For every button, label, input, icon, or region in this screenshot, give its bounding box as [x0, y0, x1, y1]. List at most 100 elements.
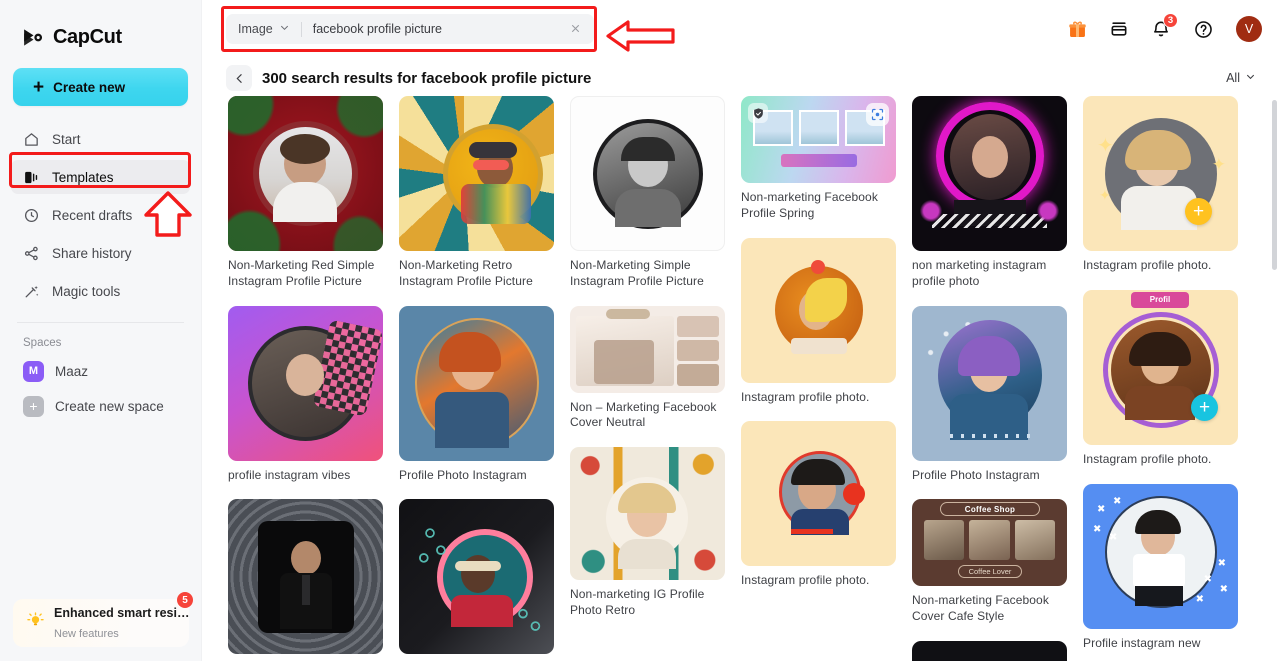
grid-column: ✦ ✦ ✦ + Instagram profile photo. Profil … — [1083, 96, 1238, 661]
sidebar-item-magic-tools[interactable]: Magic tools — [11, 274, 190, 308]
template-caption: Profile instagram new — [1083, 635, 1201, 650]
app-root: CapCut + Create new Start Templates Rece… — [0, 0, 1280, 661]
template-card[interactable]: Profile Photo Instagram — [399, 305, 554, 484]
template-card[interactable]: Non-marketing IG Profile Photo Retro — [570, 447, 725, 619]
template-card[interactable]: non marketing instagram profile photo — [912, 96, 1067, 290]
search-type-dropdown[interactable]: Image — [238, 22, 290, 36]
template-caption: profile instagram vibes — [228, 467, 351, 482]
template-card[interactable]: Instagram profile photo. — [741, 421, 896, 589]
grid-column: Non-Marketing Retro Instagram Profile Pi… — [399, 96, 554, 661]
scan-icon[interactable] — [866, 103, 889, 126]
template-card[interactable]: Coffee Shop Coffee Lover Non-marketing F… — [912, 499, 1067, 625]
lightbulb-icon — [26, 611, 45, 635]
template-thumbnail — [399, 96, 554, 251]
template-card[interactable]: profile instagram vibes — [228, 305, 383, 484]
scrollbar-track[interactable] — [1272, 100, 1277, 651]
create-new-space-button[interactable]: + Create new space — [11, 390, 190, 422]
promo-banner[interactable]: Enhanced smart resi… New features 5 — [13, 592, 193, 647]
sidebar-nav: Start Templates Recent drafts Share hist… — [0, 122, 201, 308]
brand[interactable]: CapCut — [0, 0, 201, 58]
plus-icon: + — [23, 395, 44, 417]
grid-column: Non-Marketing Simple Instagram Profile P… — [570, 96, 725, 661]
promo-text: Enhanced smart resi… New features — [54, 603, 189, 643]
share-icon — [23, 245, 40, 262]
sidebar-item-label: Templates — [52, 169, 114, 185]
help-icon[interactable] — [1192, 18, 1214, 40]
chevron-down-icon — [279, 22, 290, 36]
create-new-label: Create new — [53, 79, 126, 95]
sidebar-item-templates[interactable]: Templates — [11, 160, 190, 194]
space-item-maaz[interactable]: M Maaz — [11, 355, 190, 387]
sidebar-item-label: Start — [52, 131, 81, 147]
chevron-down-icon — [1245, 71, 1256, 85]
create-new-button[interactable]: + Create new — [13, 68, 188, 106]
magic-wand-icon — [23, 283, 40, 300]
sidebar: CapCut + Create new Start Templates Rece… — [0, 0, 202, 661]
search-divider — [300, 21, 302, 37]
space-label: Create new space — [55, 398, 164, 414]
scrollbar-thumb[interactable] — [1272, 100, 1277, 270]
plus-icon[interactable]: + — [1185, 198, 1212, 225]
template-thumbnail — [912, 641, 1067, 661]
card-stack-icon[interactable] — [1108, 18, 1130, 40]
template-thumbnail — [741, 421, 896, 567]
template-thumbnail: ✖ ✖ ✖ ✖ ✖ ✖ ✖ ✖ — [1083, 483, 1238, 629]
template-card[interactable]: Non-Marketing Red Simple Instagram Profi… — [228, 96, 383, 290]
template-caption: non marketing instagram profile photo — [912, 258, 1047, 288]
search-wrapper: Image — [221, 6, 675, 52]
bell-icon[interactable]: 3 — [1150, 13, 1178, 40]
space-label: Maaz — [55, 363, 89, 379]
template-card[interactable]: Non-Marketing Retro Instagram Profile Pi… — [399, 96, 554, 290]
sidebar-item-label: Recent drafts — [52, 207, 133, 223]
sidebar-item-start[interactable]: Start — [11, 122, 190, 156]
template-caption: Non-marketing IG Profile Photo Retro — [570, 587, 705, 618]
grid-column: Non-Marketing Red Simple Instagram Profi… — [228, 96, 383, 661]
promo-subtitle: New features — [54, 628, 119, 640]
template-card[interactable] — [399, 499, 554, 661]
sidebar-item-label: Share history — [52, 245, 132, 261]
results-scroll-area[interactable]: Non-Marketing Red Simple Instagram Profi… — [202, 96, 1280, 661]
sidebar-item-recent-drafts[interactable]: Recent drafts — [11, 198, 190, 232]
grid-column: non marketing instagram profile photo Pr… — [912, 96, 1067, 661]
template-card[interactable]: Non-Marketing Simple Instagram Profile P… — [570, 96, 725, 290]
template-card[interactable]: Profile Photo Instagram — [912, 305, 1067, 484]
gift-icon[interactable] — [1066, 18, 1088, 40]
results-title: 300 search results for facebook profile … — [262, 69, 592, 87]
search-input[interactable] — [312, 22, 563, 36]
template-caption: Instagram profile photo. — [741, 389, 870, 404]
template-card[interactable] — [912, 641, 1067, 661]
template-card[interactable]: Profil + Instagram profile photo. — [1083, 289, 1238, 468]
template-thumbnail — [228, 96, 383, 251]
template-card[interactable]: Non-marketing Facebook Profile Spring — [741, 96, 896, 222]
template-card[interactable] — [228, 499, 383, 661]
plus-icon[interactable]: + — [1191, 393, 1218, 421]
template-caption: Non-Marketing Retro Instagram Profile Pi… — [399, 258, 533, 288]
search-box[interactable]: Image — [226, 14, 594, 44]
capcut-logo-icon — [21, 25, 46, 50]
template-thumbnail — [741, 96, 896, 183]
notification-badge: 3 — [1163, 13, 1178, 28]
close-icon[interactable] — [563, 20, 584, 39]
template-thumbnail: ✦ ✦ ✦ + — [1083, 96, 1238, 251]
template-caption: Instagram profile photo. — [741, 573, 870, 588]
sidebar-item-share-history[interactable]: Share history — [11, 236, 190, 270]
top-icons: 3 V — [1066, 13, 1262, 42]
template-thumbnail — [228, 499, 383, 655]
filter-all-dropdown[interactable]: All — [1226, 71, 1256, 85]
template-caption: Profile Photo Instagram — [912, 467, 1040, 482]
template-caption: Profile Photo Instagram — [399, 467, 527, 482]
template-caption: Non – Marketing Facebook Cover Neutral — [570, 399, 717, 430]
results-header: 300 search results for facebook profile … — [202, 60, 1280, 96]
template-caption: Non-marketing Facebook Cover Cafe Style — [912, 593, 1049, 624]
shield-icon — [748, 103, 768, 123]
template-card[interactable]: Instagram profile photo. — [741, 237, 896, 406]
avatar[interactable]: V — [1236, 16, 1262, 42]
sidebar-item-label: Magic tools — [52, 283, 121, 299]
template-card[interactable]: ✖ ✖ ✖ ✖ ✖ ✖ ✖ ✖ Profile instagram new — [1083, 483, 1238, 652]
results-grid: Non-Marketing Red Simple Instagram Profi… — [202, 96, 1280, 661]
template-thumbnail: Coffee Shop Coffee Lover — [912, 499, 1067, 587]
template-card[interactable]: ✦ ✦ ✦ + Instagram profile photo. — [1083, 96, 1238, 274]
chevron-left-icon[interactable] — [226, 65, 252, 91]
search-type-label: Image — [238, 22, 273, 36]
template-card[interactable]: Non – Marketing Facebook Cover Neutral — [570, 305, 725, 432]
